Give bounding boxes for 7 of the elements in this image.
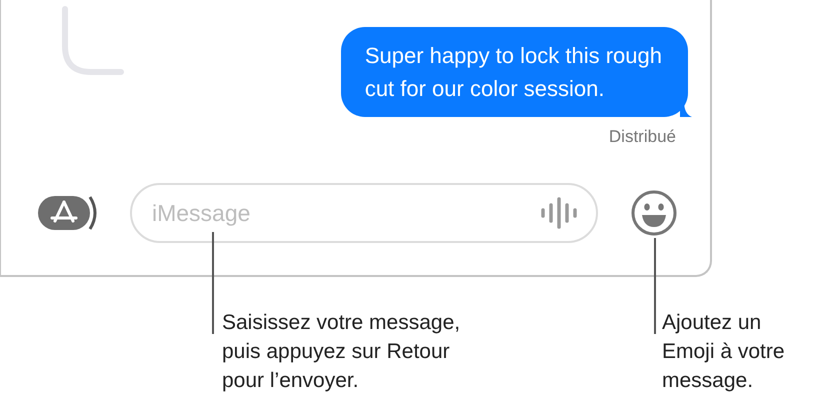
callout-text: Ajoutez un Emoji à votre message. xyxy=(662,310,785,394)
emoji-icon[interactable] xyxy=(630,189,678,237)
callout-text: Saisissez votre message, puis appuyez sur Retour pour l’envoyer. xyxy=(222,310,460,394)
curve-drawing xyxy=(61,6,125,76)
delivery-status: Distribué xyxy=(608,126,676,148)
waveform-icon[interactable] xyxy=(540,197,578,229)
message-input-field[interactable]: iMessage xyxy=(130,183,598,243)
